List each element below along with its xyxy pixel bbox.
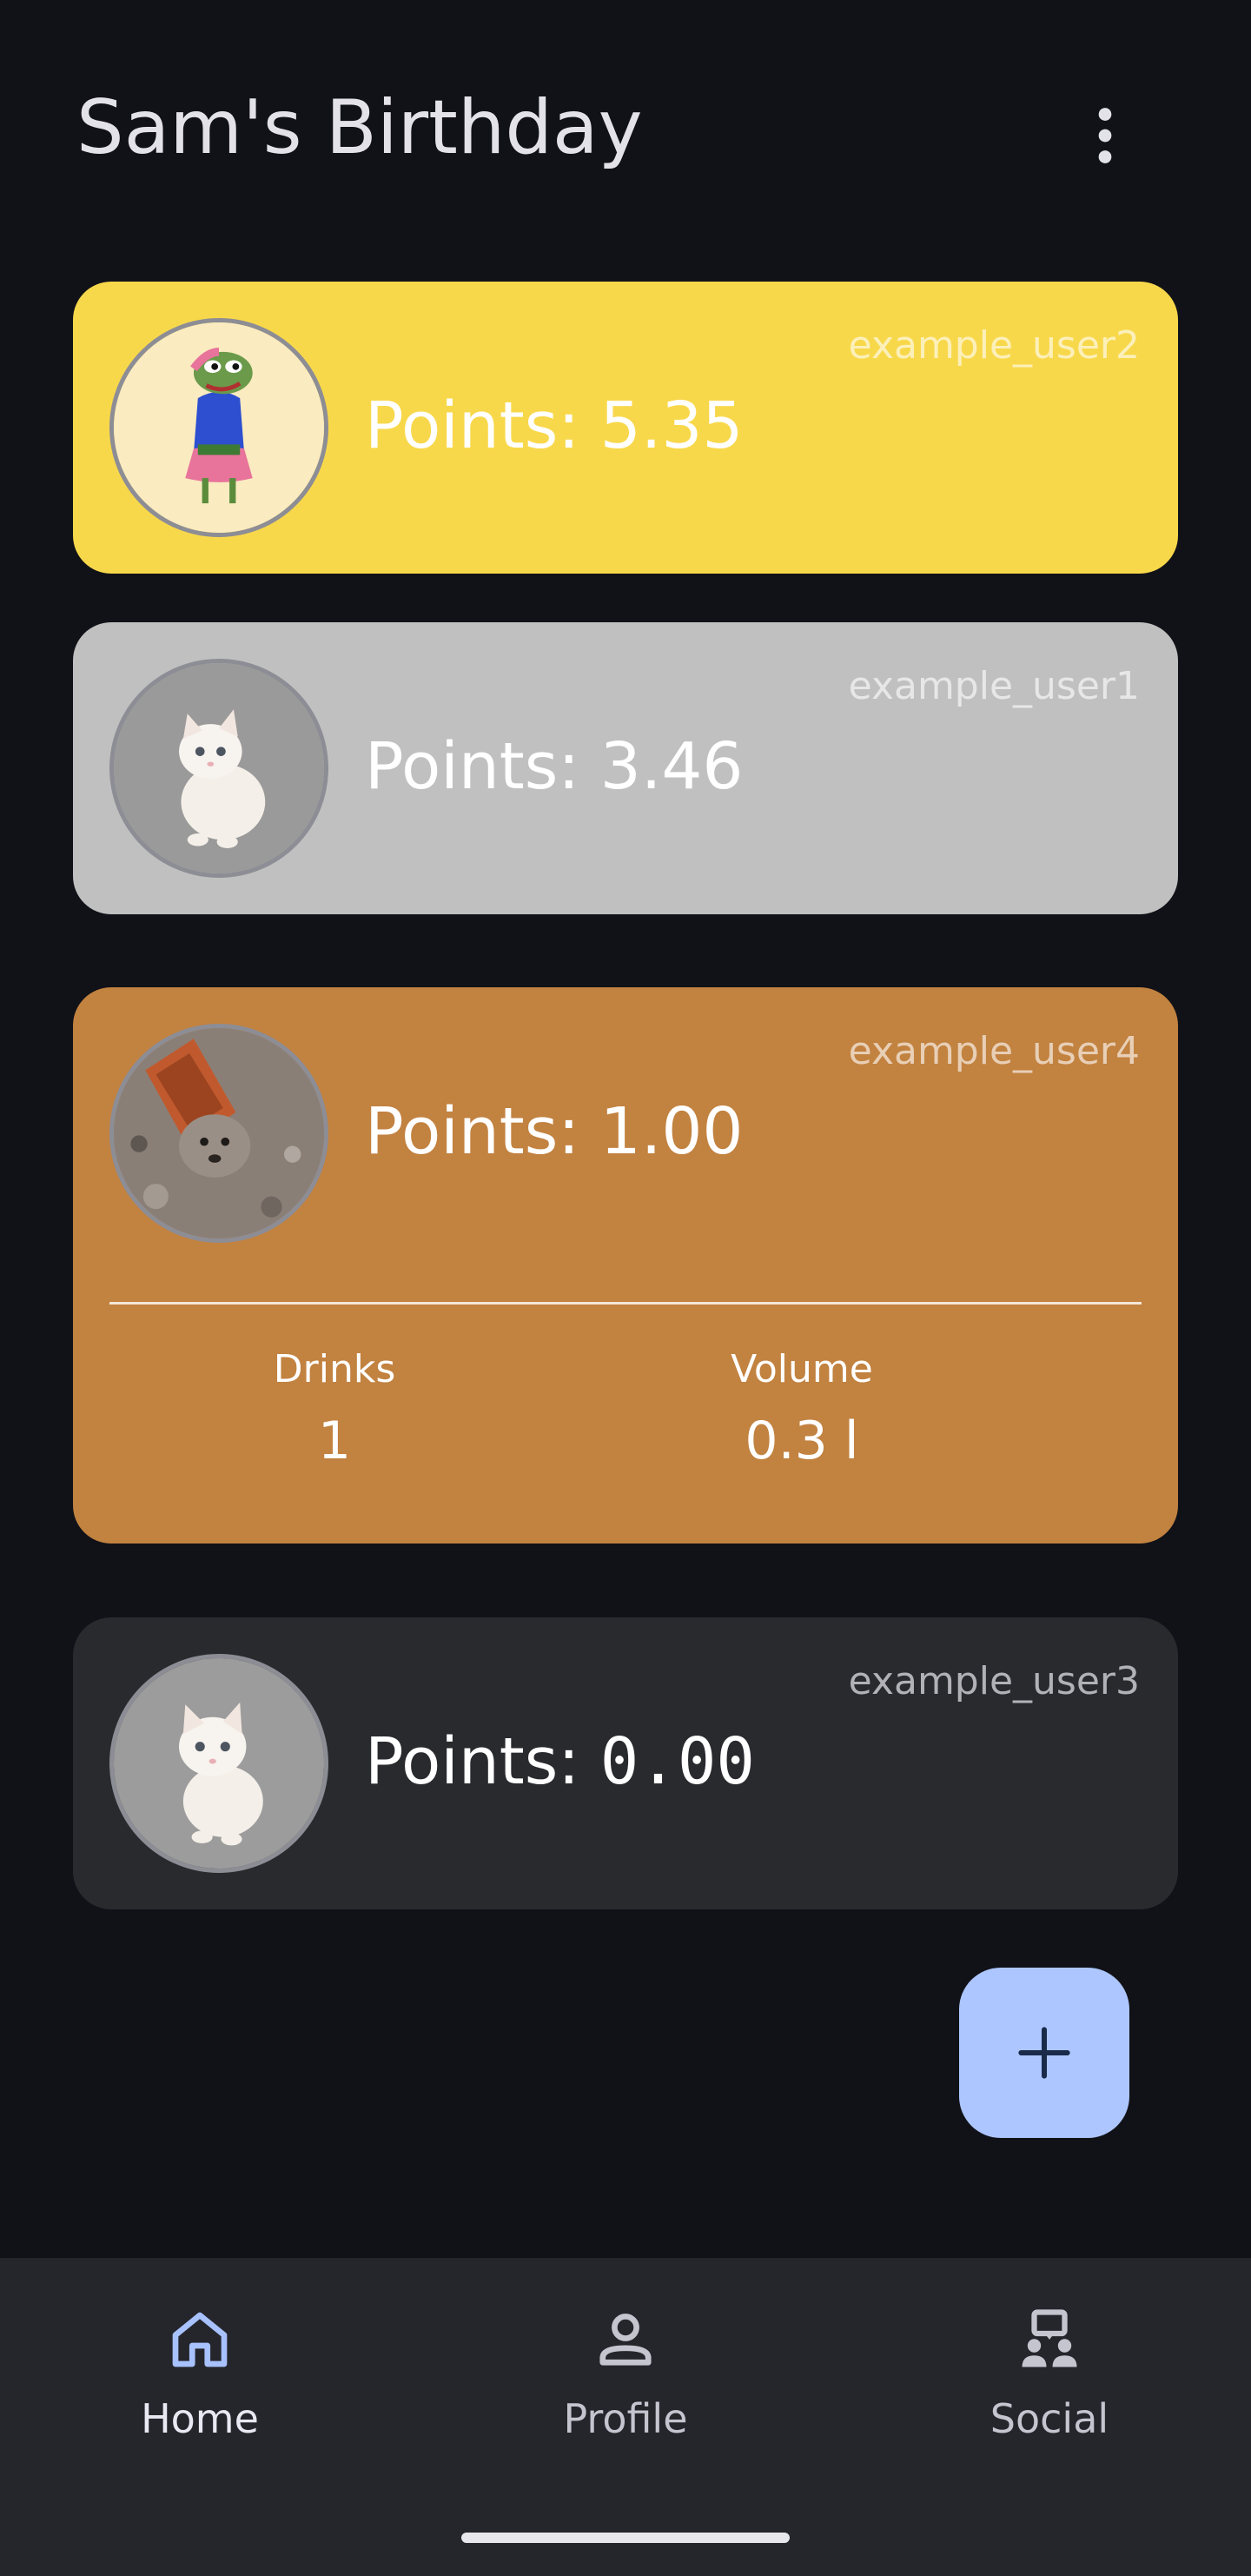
nav-label-profile: Profile (563, 2395, 688, 2442)
points-text: Points: 0.00 (365, 1723, 755, 1801)
card-divider (109, 1302, 1142, 1305)
points-text: Points: 1.00 (365, 1093, 744, 1171)
points-label: Points: (365, 1094, 600, 1169)
avatar (109, 659, 328, 878)
seal-in-pipe-avatar (114, 1028, 324, 1238)
white-kitten-avatar (114, 1658, 324, 1869)
nav-label-social: Social (990, 2395, 1109, 2442)
overflow-menu-button[interactable] (1069, 83, 1142, 188)
avatar (109, 1024, 328, 1243)
gesture-home-indicator[interactable] (461, 2533, 790, 2543)
points-label: Points: (365, 729, 600, 804)
points-value: 5.35 (599, 388, 744, 463)
frog-character-avatar (114, 322, 324, 533)
more-vert-icon (1098, 108, 1112, 163)
nav-item-profile[interactable]: Profile (495, 2303, 756, 2442)
volume-value: 0.3 l (745, 1410, 859, 1471)
points-value: 3.46 (599, 729, 744, 804)
page-title: Sam's Birthday (76, 84, 643, 171)
white-kitten-avatar (114, 663, 324, 873)
leaderboard-card-bronze[interactable]: example_user4 Points: 1.00 Drinks 1 Volu… (73, 987, 1178, 1544)
person-icon (599, 2314, 652, 2366)
leaderboard-card-gold[interactable]: example_user2 Points: 5.35 (73, 282, 1178, 574)
leaderboard-card-default[interactable]: example_user3 Points: 0.00 (73, 1617, 1178, 1909)
username: example_user1 (848, 664, 1140, 708)
drinks-stat: Drinks 1 (204, 1347, 465, 1475)
nav-label-home: Home (141, 2395, 259, 2442)
nav-item-social[interactable]: Social (919, 2303, 1180, 2442)
social-icon (1022, 2309, 1077, 2367)
nav-item-home[interactable]: Home (70, 2303, 330, 2442)
points-value: 1.00 (599, 1094, 744, 1169)
username: example_user2 (848, 323, 1140, 368)
volume-stat: Volume 0.3 l (672, 1347, 932, 1475)
drinks-label: Drinks (273, 1347, 396, 1391)
volume-label: Volume (731, 1347, 873, 1391)
points-label: Points: (365, 1724, 600, 1799)
add-button[interactable] (959, 1968, 1129, 2138)
app-bar: Sam's Birthday (0, 0, 1251, 261)
leaderboard-card-silver[interactable]: example_user1 Points: 3.46 (73, 622, 1178, 914)
points-value: 0.00 (599, 1724, 755, 1799)
points-text: Points: 5.35 (365, 388, 744, 465)
points-label: Points: (365, 388, 600, 463)
drinks-value: 1 (317, 1410, 352, 1471)
username: example_user3 (848, 1659, 1140, 1703)
add-icon (1018, 2027, 1070, 2079)
avatar (109, 318, 328, 537)
bottom-navigation: Home Profile Social (0, 2258, 1251, 2576)
home-icon (172, 2312, 228, 2367)
points-text: Points: 3.46 (365, 728, 744, 806)
avatar (109, 1654, 328, 1873)
username: example_user4 (848, 1029, 1140, 1073)
